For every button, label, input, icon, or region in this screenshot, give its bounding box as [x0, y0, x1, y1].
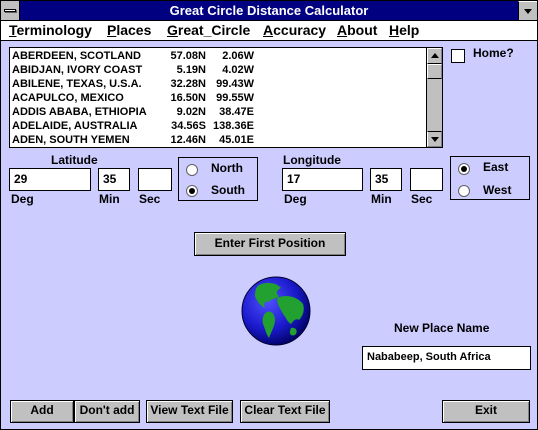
view-text-file-button[interactable]: View Text File: [146, 400, 233, 423]
menu-label-rest: ccuracy: [273, 22, 327, 38]
home-checkbox[interactable]: [451, 49, 465, 63]
place-longitude: 99.55W: [216, 92, 254, 104]
minimize-icon: [524, 9, 532, 14]
longitude-min-field[interactable]: 35: [370, 168, 402, 191]
menu-label-rest: erminology: [16, 22, 92, 38]
latitude-hemisphere-group: North South: [178, 157, 258, 201]
west-radio-label: West: [483, 183, 512, 197]
scroll-down-button[interactable]: [427, 131, 442, 147]
menu-accel: H: [389, 22, 400, 38]
latitude-title: Latitude: [51, 153, 98, 167]
place-name: ABIDJAN, IVORY COAST: [12, 64, 143, 76]
south-radio-label: South: [211, 183, 245, 197]
radio-selected-dot: [189, 188, 195, 194]
place-name: ABILENE, TEXAS, U.S.A.: [12, 78, 142, 90]
place-name: ABERDEEN, SCOTLAND: [12, 50, 141, 62]
place-name: ADEN, SOUTH YEMEN: [12, 134, 130, 146]
place-latitude: 32.28N: [170, 78, 206, 90]
longitude-sec-label: Sec: [411, 192, 433, 206]
system-menu-icon: [4, 9, 16, 12]
menu-accel: A: [337, 22, 348, 38]
system-menu-button[interactable]: [1, 1, 20, 20]
new-place-field[interactable]: Nababeep, South Africa: [362, 346, 531, 370]
add-button[interactable]: Add: [10, 400, 74, 423]
place-latitude: 5.19N: [176, 64, 206, 76]
place-longitude: 138.36E: [213, 120, 254, 132]
menu-accel: G: [167, 22, 178, 38]
menu-help[interactable]: Help: [389, 22, 419, 39]
place-latitude: 12.46N: [170, 134, 206, 146]
menu-label-rest: bout: [347, 22, 378, 38]
menu-places[interactable]: Places: [107, 22, 151, 39]
menu-terminology[interactable]: Terminology: [9, 22, 92, 39]
radio-selected-dot: [461, 166, 467, 172]
latitude-min-label: Min: [99, 192, 120, 206]
east-radio-label: East: [483, 160, 509, 174]
globe-icon: [241, 276, 311, 346]
title-bar[interactable]: Great Circle Distance Calculator: [1, 1, 537, 21]
place-name: ACAPULCO, MEXICO: [12, 92, 124, 104]
place-name: ADDIS ABABA, ETHIOPIA: [12, 106, 147, 118]
east-radio[interactable]: [458, 163, 470, 175]
place-longitude: 38.47E: [219, 106, 254, 118]
latitude-deg-field[interactable]: 29: [9, 168, 91, 191]
longitude-deg-field[interactable]: 17: [282, 168, 363, 191]
exit-button[interactable]: Exit: [442, 400, 530, 423]
minimize-button[interactable]: [518, 1, 537, 20]
list-scrollbar[interactable]: [426, 48, 442, 147]
latitude-sec-label: Sec: [139, 192, 161, 206]
place-longitude: 45.01E: [219, 134, 254, 146]
places-list[interactable]: ABERDEEN, SCOTLAND 57.08N 2.06W ABIDJAN,…: [9, 47, 443, 148]
dont-add-button[interactable]: Don't add: [74, 400, 140, 423]
place-latitude: 9.02N: [176, 106, 206, 118]
menu-accel: T: [9, 22, 17, 38]
menu-label-rest: elp: [399, 22, 420, 38]
window-title: Great Circle Distance Calculator: [169, 3, 369, 18]
longitude-title: Longitude: [283, 153, 341, 167]
place-longitude: 2.06W: [222, 50, 254, 62]
menu-accuracy[interactable]: Accuracy: [263, 22, 326, 39]
menu-label-rest: laces: [116, 22, 152, 38]
place-latitude: 16.50N: [170, 92, 206, 104]
menu-accel: P: [107, 22, 117, 38]
menu-bar: Terminology Places Great_Circle Accuracy…: [1, 21, 537, 41]
latitude-deg-label: Deg: [11, 192, 34, 206]
new-place-label: New Place Name: [394, 321, 490, 335]
place-longitude: 99.43W: [216, 78, 254, 90]
latitude-sec-field[interactable]: [138, 168, 172, 191]
menu-accel: A: [263, 22, 274, 38]
menu-about[interactable]: About: [337, 22, 377, 39]
scroll-up-button[interactable]: [427, 48, 442, 64]
home-checkbox-label: Home?: [473, 46, 514, 60]
arrow-down-icon: [431, 137, 439, 142]
app-window: Great Circle Distance Calculator Termino…: [0, 0, 538, 430]
west-radio[interactable]: [458, 185, 470, 197]
north-radio-label: North: [211, 161, 243, 175]
north-radio[interactable]: [186, 164, 198, 176]
longitude-deg-label: Deg: [284, 192, 307, 206]
arrow-up-icon: [431, 53, 439, 58]
enter-position-button[interactable]: Enter First Position: [194, 232, 346, 256]
menu-label-rest: reat_Circle: [177, 22, 251, 38]
place-latitude: 57.08N: [170, 50, 206, 62]
south-radio[interactable]: [186, 185, 198, 197]
clear-text-file-button[interactable]: Clear Text File: [240, 400, 330, 423]
place-latitude: 34.56S: [171, 120, 206, 132]
longitude-sec-field[interactable]: [410, 168, 443, 191]
menu-great-circle[interactable]: Great_Circle: [167, 22, 250, 39]
longitude-min-label: Min: [371, 192, 392, 206]
place-name: ADELAIDE, AUSTRALIA: [12, 120, 138, 132]
latitude-min-field[interactable]: 35: [98, 168, 130, 191]
place-longitude: 4.02W: [222, 64, 254, 76]
longitude-hemisphere-group: East West: [450, 156, 530, 200]
scroll-thumb[interactable]: [427, 64, 442, 79]
